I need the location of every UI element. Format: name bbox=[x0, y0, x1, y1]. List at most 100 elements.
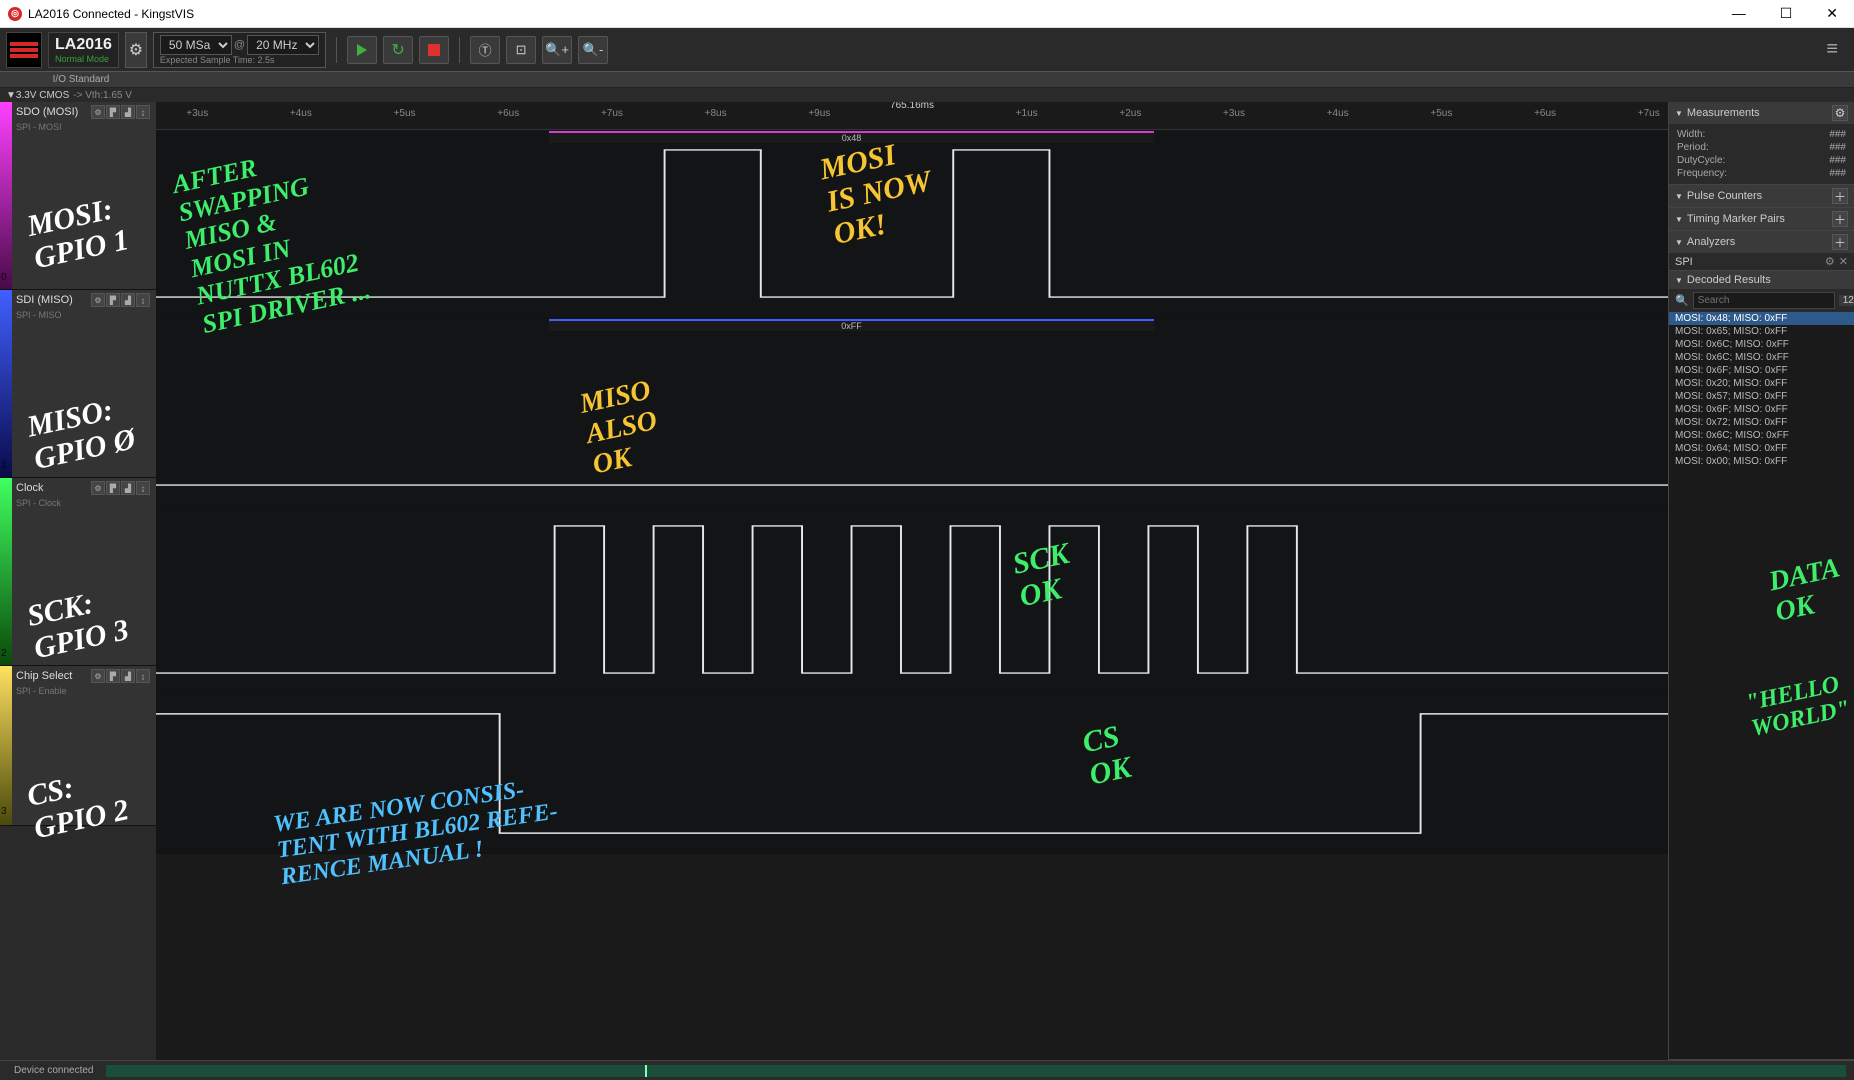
result-row[interactable]: MOSI: 0x64; MISO: 0xFF bbox=[1669, 442, 1854, 455]
channel-index: 2 bbox=[1, 648, 7, 659]
search-input[interactable] bbox=[1693, 292, 1835, 309]
sample-count-select[interactable]: 50 MSa bbox=[160, 35, 232, 55]
capture-progress[interactable] bbox=[106, 1065, 1847, 1077]
trigger-falling-button[interactable]: ▟ bbox=[121, 481, 135, 495]
loop-button[interactable]: ↻ bbox=[383, 36, 413, 64]
cmos-label[interactable]: ▼3.3V CMOS bbox=[6, 90, 69, 101]
trigger-rising-button[interactable]: ▛ bbox=[106, 105, 120, 119]
add-timing-pair-button[interactable]: ＋ bbox=[1832, 211, 1848, 227]
channel-settings-button[interactable]: ⚙ bbox=[91, 105, 105, 119]
device-mode: Normal Mode bbox=[55, 54, 112, 64]
result-row[interactable]: MOSI: 0x6F; MISO: 0xFF bbox=[1669, 403, 1854, 416]
decode-bubble-mosi: 0x48 bbox=[549, 131, 1154, 143]
minimize-button[interactable]: — bbox=[1724, 5, 1754, 22]
play-button[interactable] bbox=[347, 36, 377, 64]
result-row[interactable]: MOSI: 0x6F; MISO: 0xFF bbox=[1669, 364, 1854, 377]
add-pulse-counter-button[interactable]: ＋ bbox=[1832, 188, 1848, 204]
io-standard-row: I/O Standard bbox=[0, 72, 1854, 88]
text-cursor-button[interactable]: Ⓣ bbox=[470, 36, 500, 64]
trigger-edge-button[interactable]: ↨ bbox=[136, 481, 150, 495]
chevron-down-icon: ▼ bbox=[1675, 192, 1683, 201]
result-row[interactable]: MOSI: 0x72; MISO: 0xFF bbox=[1669, 416, 1854, 429]
ruler-tick: +5us bbox=[1430, 108, 1452, 119]
chevron-down-icon: ▼ bbox=[1675, 109, 1683, 118]
sample-rate-select[interactable]: 20 MHz bbox=[247, 35, 319, 55]
result-row[interactable]: MOSI: 0x48; MISO: 0xFF bbox=[1669, 312, 1854, 325]
menu-button[interactable]: ≡ bbox=[1816, 38, 1848, 61]
measurements-settings-button[interactable]: ⚙ bbox=[1832, 105, 1848, 121]
device-settings-button[interactable]: ⚙ bbox=[125, 32, 147, 68]
gear-icon[interactable]: ⚙ bbox=[1825, 255, 1835, 268]
waveform-row[interactable]: 0x48 bbox=[156, 130, 1668, 318]
add-analyzer-button[interactable]: ＋ bbox=[1832, 234, 1848, 250]
channel-settings-button[interactable]: ⚙ bbox=[91, 293, 105, 307]
decoded-results-list[interactable]: MOSI: 0x48; MISO: 0xFFMOSI: 0x65; MISO: … bbox=[1669, 312, 1854, 1059]
analyzer-item-spi[interactable]: SPI ⚙✕ bbox=[1669, 253, 1854, 270]
ruler-tick: +6us bbox=[1534, 108, 1556, 119]
ruler-tick: +8us bbox=[705, 108, 727, 119]
trigger-edge-button[interactable]: ↨ bbox=[136, 669, 150, 683]
trigger-falling-button[interactable]: ▟ bbox=[121, 669, 135, 683]
channel-protocol: SPI - Clock bbox=[0, 498, 156, 508]
at-label: @ bbox=[234, 39, 245, 51]
pulse-counters-header[interactable]: ▼ Pulse Counters ＋ bbox=[1669, 185, 1854, 207]
result-row[interactable]: MOSI: 0x6C; MISO: 0xFF bbox=[1669, 351, 1854, 364]
channel-block[interactable]: SDI (MISO) ⚙ ▛ ▟ ↨ SPI - MISO 1 bbox=[0, 290, 156, 478]
result-row[interactable]: MOSI: 0x57; MISO: 0xFF bbox=[1669, 390, 1854, 403]
meas-key: Width: bbox=[1677, 129, 1705, 140]
chevron-down-icon: ▼ bbox=[1675, 276, 1683, 285]
result-row[interactable]: MOSI: 0x65; MISO: 0xFF bbox=[1669, 325, 1854, 338]
result-row[interactable]: MOSI: 0x20; MISO: 0xFF bbox=[1669, 377, 1854, 390]
waveform-row[interactable] bbox=[156, 506, 1668, 694]
timing-pairs-header[interactable]: ▼ Timing Marker Pairs ＋ bbox=[1669, 208, 1854, 230]
sample-config: 50 MSa @ 20 MHz Expected Sample Time: 2.… bbox=[153, 32, 326, 68]
zoom-out-icon: 🔍- bbox=[583, 42, 604, 58]
decoded-results-header[interactable]: ▼ Decoded Results bbox=[1669, 271, 1854, 289]
zoom-out-button[interactable]: 🔍- bbox=[578, 36, 608, 64]
trigger-edge-button[interactable]: ↨ bbox=[136, 105, 150, 119]
measurements-header[interactable]: ▼ Measurements ⚙ bbox=[1669, 102, 1854, 124]
ruler-tick: +3us bbox=[1223, 108, 1245, 119]
trigger-edge-button[interactable]: ↨ bbox=[136, 293, 150, 307]
device-name: LA2016 bbox=[55, 36, 112, 54]
trigger-rising-button[interactable]: ▛ bbox=[106, 669, 120, 683]
meas-val: ### bbox=[1829, 142, 1846, 153]
ruler-tick: +4us bbox=[290, 108, 312, 119]
trigger-rising-button[interactable]: ▛ bbox=[106, 293, 120, 307]
window-title: LA2016 Connected - KingstVIS bbox=[28, 7, 194, 21]
channel-protocol: SPI - Enable bbox=[0, 686, 156, 696]
search-icon: 🔍 bbox=[1675, 294, 1689, 307]
zoom-fit-button[interactable]: ⊡ bbox=[506, 36, 536, 64]
channel-name: SDI (MISO) bbox=[16, 294, 73, 306]
channel-settings-button[interactable]: ⚙ bbox=[91, 481, 105, 495]
waveform-row[interactable] bbox=[156, 694, 1668, 854]
analyzers-header[interactable]: ▼ Analyzers ＋ bbox=[1669, 231, 1854, 253]
stop-button[interactable] bbox=[419, 36, 449, 64]
ruler-tick: +5us bbox=[394, 108, 416, 119]
text-cursor-icon: Ⓣ bbox=[479, 40, 492, 59]
time-ruler: 765.16ms +3us+4us+5us+6us+7us+8us+9us+1u… bbox=[156, 102, 1668, 130]
trigger-falling-button[interactable]: ▟ bbox=[121, 293, 135, 307]
status-connected: Device connected bbox=[8, 1065, 100, 1076]
channel-block[interactable]: SDO (MOSI) ⚙ ▛ ▟ ↨ SPI - MOSI 0 bbox=[0, 102, 156, 290]
meas-key: Frequency: bbox=[1677, 168, 1727, 179]
waveform-row[interactable]: 0xFF bbox=[156, 318, 1668, 506]
app-icon: ◎ bbox=[8, 7, 22, 21]
channel-block[interactable]: Clock ⚙ ▛ ▟ ↨ SPI - Clock 2 bbox=[0, 478, 156, 666]
close-icon[interactable]: ✕ bbox=[1839, 255, 1848, 268]
result-row[interactable]: MOSI: 0x6C; MISO: 0xFF bbox=[1669, 429, 1854, 442]
trigger-rising-button[interactable]: ▛ bbox=[106, 481, 120, 495]
result-row[interactable]: MOSI: 0x00; MISO: 0xFF bbox=[1669, 455, 1854, 468]
trigger-falling-button[interactable]: ▟ bbox=[121, 105, 135, 119]
channel-settings-button[interactable]: ⚙ bbox=[91, 669, 105, 683]
channel-block[interactable]: Chip Select ⚙ ▛ ▟ ↨ SPI - Enable 3 bbox=[0, 666, 156, 826]
chevron-down-icon: ▼ bbox=[1675, 238, 1683, 247]
zoom-in-button[interactable]: 🔍+ bbox=[542, 36, 572, 64]
close-button[interactable]: ✕ bbox=[1818, 5, 1846, 22]
menu-icon: ≡ bbox=[1826, 38, 1838, 60]
result-row[interactable]: MOSI: 0x6C; MISO: 0xFF bbox=[1669, 338, 1854, 351]
maximize-button[interactable]: ☐ bbox=[1772, 5, 1801, 22]
meas-val: ### bbox=[1829, 129, 1846, 140]
channel-protocol: SPI - MISO bbox=[0, 310, 156, 320]
waveform-area[interactable]: 765.16ms +3us+4us+5us+6us+7us+8us+9us+1u… bbox=[156, 102, 1668, 1060]
